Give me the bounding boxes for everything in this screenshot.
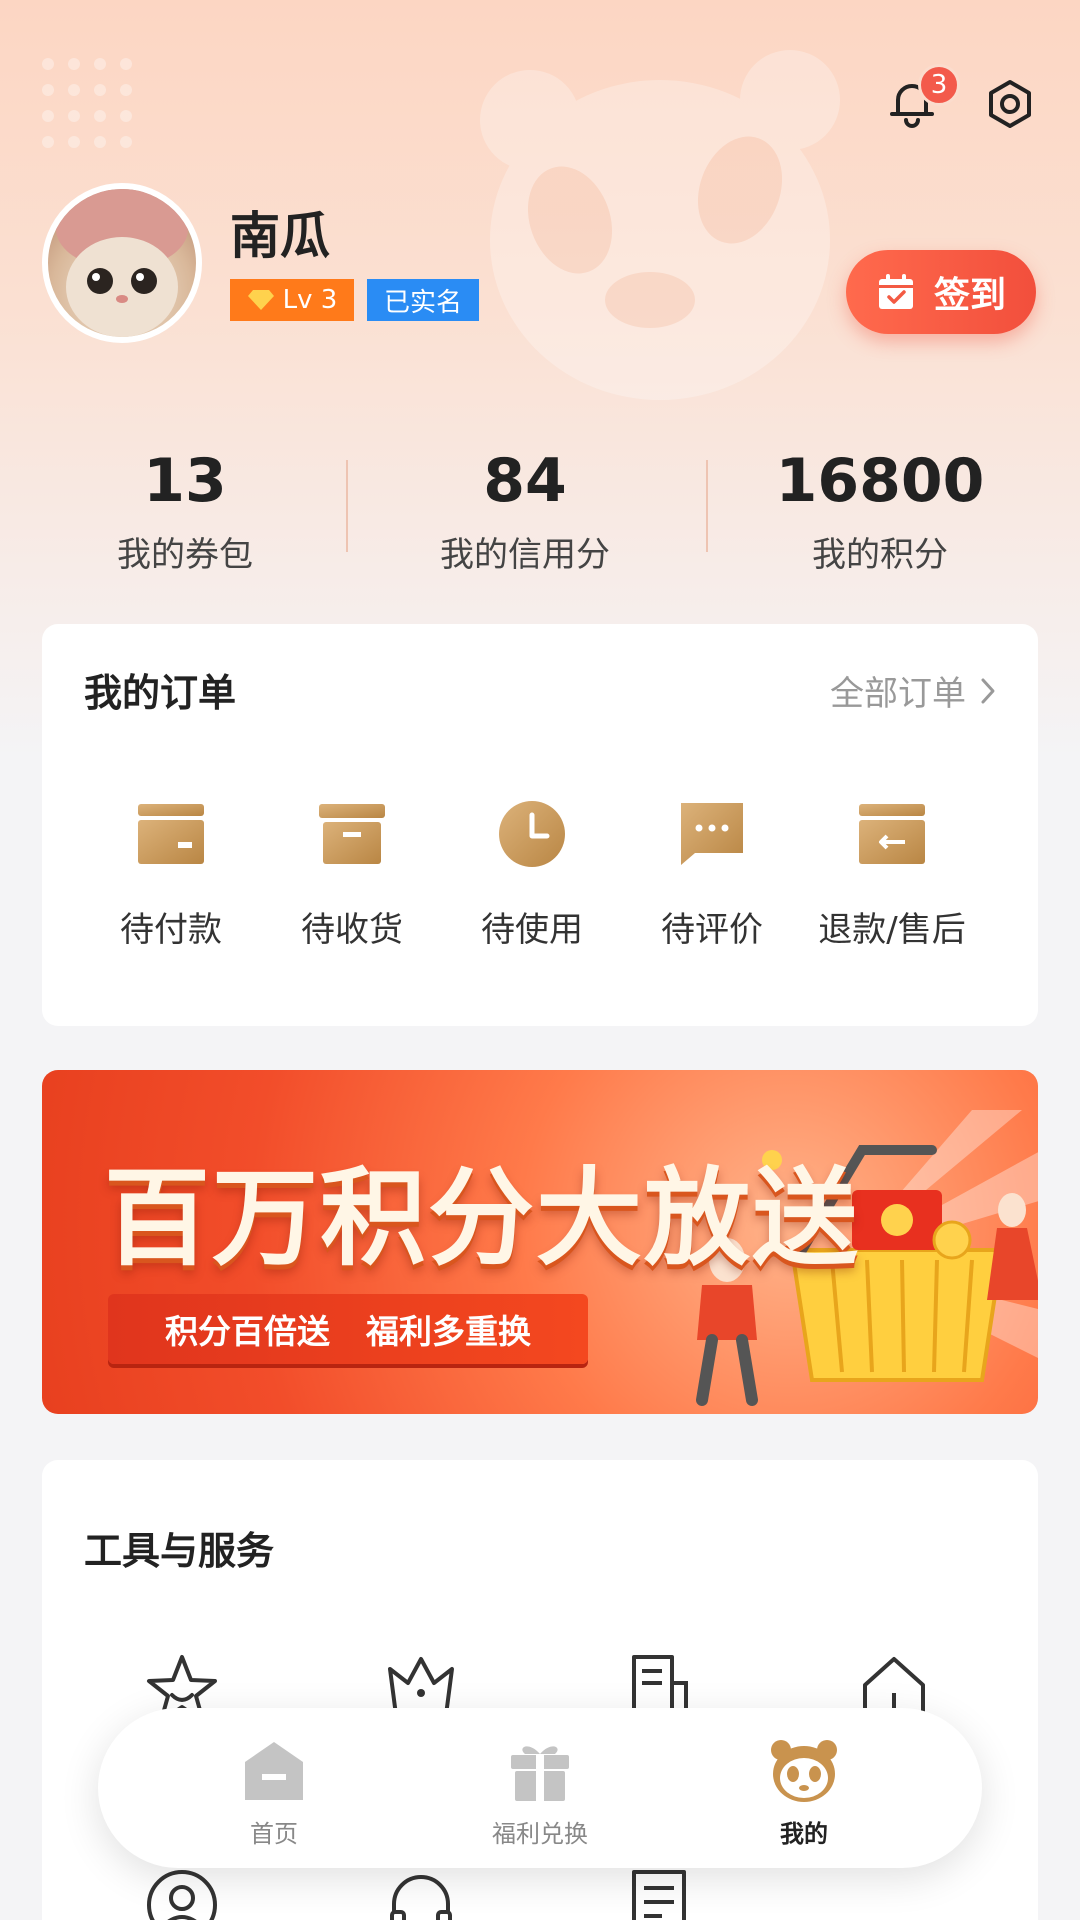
order-pending-payment[interactable]: 待付款 [81, 794, 261, 951]
clock-icon [499, 801, 565, 867]
level-label: Lv 3 [282, 285, 338, 315]
bottom-tab-bar: 首页 福利兑换 我的 [98, 1708, 982, 1868]
tab-label: 福利兑换 [492, 1820, 588, 1848]
decorative-dots [42, 58, 132, 168]
tab-benefits[interactable]: 福利兑换 [440, 1736, 640, 1849]
cat-avatar-icon [56, 189, 188, 337]
all-orders-link[interactable]: 全部订单 [830, 666, 996, 715]
list-icon [632, 1870, 686, 1920]
all-orders-label: 全部订单 [830, 674, 966, 714]
tab-mine[interactable]: 我的 [704, 1736, 904, 1849]
stat-label: 我的券包 [117, 535, 253, 575]
tool-records[interactable] [619, 1865, 699, 1920]
diamond-icon [247, 290, 274, 310]
tab-label: 我的 [780, 1820, 828, 1848]
stat-divider [706, 460, 708, 552]
wallet-box-icon [138, 804, 204, 864]
user-icon [147, 1870, 217, 1920]
tools-title: 工具与服务 [84, 1529, 275, 1573]
verified-badge: 已实名 [367, 279, 479, 321]
order-label: 待付款 [120, 910, 222, 950]
stat-value: 13 [143, 446, 227, 516]
promo-banner[interactable]: 百万积分大放送 积分百倍送 福利多重换 [42, 1070, 1038, 1414]
stat-credit[interactable]: 84 我的信用分 [420, 445, 630, 576]
package-icon [319, 804, 385, 864]
order-label: 退款/售后 [818, 910, 966, 950]
gear-icon [989, 80, 1031, 128]
stat-points[interactable]: 16800 我的积分 [770, 445, 990, 576]
panda-tab-icon [771, 1740, 837, 1802]
order-label: 待评价 [661, 910, 763, 950]
order-pending-receipt[interactable]: 待收货 [262, 794, 442, 951]
stat-value: 84 [483, 446, 567, 516]
stats-row: 13 我的券包 84 我的信用分 16800 我的积分 [0, 445, 1080, 575]
home-tab-icon [245, 1742, 303, 1800]
signin-label: 签到 [933, 275, 1006, 316]
order-pending-use[interactable]: 待使用 [442, 794, 622, 951]
calendar-check-icon [878, 274, 913, 309]
stat-coupons[interactable]: 13 我的券包 [85, 445, 285, 576]
signin-button[interactable]: 签到 [846, 250, 1036, 334]
banner-ribbon-right: 福利多重换 [366, 1312, 531, 1351]
orders-card: 我的订单 全部订单 待付款 待收货 待使用 待评价 退款/售后 [42, 624, 1038, 1026]
stat-divider [346, 460, 348, 552]
tool-support[interactable] [381, 1865, 461, 1920]
stat-value: 16800 [775, 446, 985, 516]
refund-icon [859, 804, 925, 864]
gift-tab-icon [511, 1746, 569, 1801]
notification-count-badge: 3 [918, 64, 960, 106]
order-refund-aftersale[interactable]: 退款/售后 [802, 794, 982, 951]
tab-label: 首页 [250, 1820, 298, 1848]
avatar[interactable] [42, 183, 202, 343]
stat-label: 我的积分 [812, 535, 948, 575]
username: 南瓜 [230, 207, 330, 265]
tab-home[interactable]: 首页 [174, 1736, 374, 1849]
panda-watermark-icon [480, 50, 840, 400]
banner-title: 百万积分大放送 [104, 1157, 860, 1280]
orders-title: 我的订单 [84, 671, 237, 715]
banner-ribbon-left: 积分百倍送 [165, 1312, 330, 1351]
chevron-right-icon [981, 678, 995, 703]
order-label: 待使用 [481, 910, 583, 950]
banner-ribbon: 积分百倍送 福利多重换 [108, 1294, 588, 1364]
headset-icon [390, 1875, 452, 1920]
order-label: 待收货 [301, 910, 403, 950]
tool-account[interactable] [142, 1865, 222, 1920]
comment-icon [681, 803, 743, 865]
order-pending-review[interactable]: 待评价 [622, 794, 802, 951]
settings-button[interactable] [978, 72, 1042, 136]
stat-label: 我的信用分 [440, 535, 610, 575]
level-badge: Lv 3 [230, 279, 354, 321]
